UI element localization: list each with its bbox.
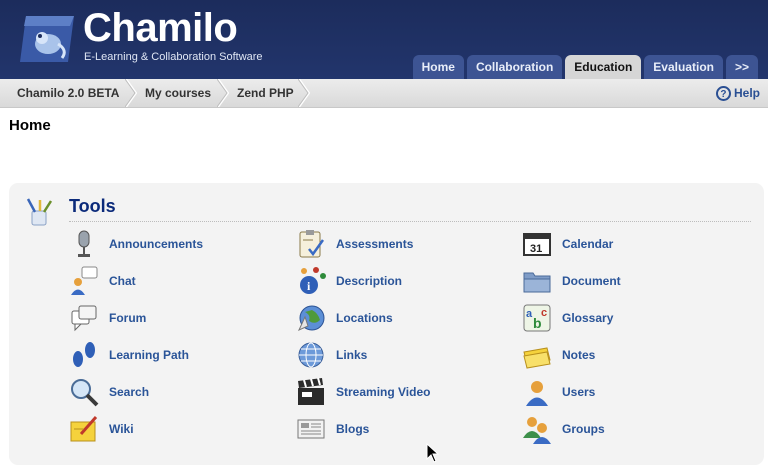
tool-label: Description [336, 274, 403, 288]
logo-title: Chamilo [83, 6, 238, 50]
calendar-icon: 31 [523, 233, 551, 256]
tool-label: Assessments [336, 237, 414, 251]
tab-evaluation[interactable]: Evaluation [644, 55, 723, 79]
page-title: Home [9, 117, 51, 134]
tool-notes[interactable]: Notes [522, 337, 595, 373]
tool-wiki[interactable]: Wiki [69, 411, 134, 447]
tool-label: Announcements [109, 237, 204, 251]
tools-panel: Tools Announcements Chat Forum Learning … [9, 183, 764, 465]
help-link[interactable]: ? Help [715, 79, 760, 107]
tool-locations[interactable]: Locations [296, 300, 393, 336]
magnifier-icon [71, 379, 99, 407]
tool-label: Document [562, 274, 621, 288]
tools-pencil-cup-icon [26, 198, 53, 226]
tab-education[interactable]: Education [565, 55, 642, 79]
tool-links[interactable]: Links [296, 337, 367, 373]
globe-location-icon [297, 305, 325, 331]
tool-label: Calendar [562, 237, 614, 251]
tool-label: Chat [109, 274, 136, 288]
tool-label: Forum [109, 311, 147, 325]
notes-icon [523, 347, 551, 369]
glossary-icon: abc [523, 304, 551, 332]
tool-label: Wiki [109, 422, 134, 436]
footprints-icon [73, 342, 95, 367]
folder-icon [523, 272, 551, 293]
tool-label: Blogs [336, 422, 370, 436]
calendar-day: 31 [530, 243, 542, 255]
microphone-icon [78, 230, 90, 257]
help-icon: ? [715, 85, 731, 101]
tool-users[interactable]: Users [522, 374, 595, 410]
breadcrumb-separator-icon [298, 79, 310, 107]
tool-document[interactable]: Document [522, 263, 621, 299]
tools-divider [69, 221, 751, 222]
tool-calendar[interactable]: 31 Calendar [522, 226, 613, 262]
breadcrumb-item-course[interactable]: Zend PHP [237, 79, 294, 107]
clipboard-icon [299, 230, 325, 258]
tool-label: Streaming Video [336, 385, 431, 399]
breadcrumb-item-platform[interactable]: Chamilo 2.0 BETA [17, 79, 119, 107]
tool-learning-path[interactable]: Learning Path [69, 337, 189, 373]
breadcrumb-item-my-courses[interactable]: My courses [145, 79, 211, 107]
app-header: Chamilo E-Learning & Collaboration Softw… [0, 0, 768, 79]
help-label: Help [733, 86, 760, 100]
tab-more[interactable]: >> [725, 55, 758, 79]
tool-streaming-video[interactable]: Streaming Video [296, 374, 430, 410]
chat-icon [71, 266, 98, 295]
tool-label: Glossary [562, 311, 614, 325]
tool-label: Learning Path [109, 348, 190, 362]
tool-search[interactable]: Search [69, 374, 149, 410]
svg-text:c: c [541, 307, 547, 319]
tool-description[interactable]: i Description [296, 263, 402, 299]
tool-forum[interactable]: Forum [69, 300, 146, 336]
tool-label: Notes [562, 348, 596, 362]
wiki-icon [70, 416, 98, 442]
info-icon: i [300, 267, 326, 294]
tool-label: Locations [336, 311, 393, 325]
tool-blogs[interactable]: Blogs [296, 411, 369, 447]
clapperboard-icon [298, 377, 324, 405]
globe-icon [298, 342, 324, 368]
tool-label: Links [336, 348, 368, 362]
forum-icon [71, 305, 97, 332]
tools-title: Tools [69, 196, 116, 216]
main-tabs: Home Collaboration Education Evaluation … [412, 55, 758, 79]
group-icon [523, 417, 551, 444]
breadcrumb-separator-icon [217, 79, 229, 107]
tool-announcements[interactable]: Announcements [69, 226, 203, 262]
svg-text:a: a [526, 308, 533, 320]
tool-label: Users [562, 385, 596, 399]
tool-label: Search [109, 385, 150, 399]
chamilo-logo-icon[interactable] [18, 14, 76, 64]
user-icon [526, 381, 548, 406]
breadcrumb-separator-icon [125, 79, 137, 107]
mouse-cursor-icon [426, 443, 440, 463]
tool-chat[interactable]: Chat [69, 263, 136, 299]
tab-collaboration[interactable]: Collaboration [466, 55, 563, 79]
tool-assessments[interactable]: Assessments [296, 226, 413, 262]
logo-subtitle: E-Learning & Collaboration Software [84, 51, 263, 63]
tool-label: Groups [562, 422, 605, 436]
tool-glossary[interactable]: abc Glossary [522, 300, 613, 336]
newspaper-icon [297, 419, 325, 439]
tab-home[interactable]: Home [412, 55, 464, 79]
breadcrumb: Chamilo 2.0 BETA My courses Zend PHP ? H… [0, 79, 768, 108]
tool-groups[interactable]: Groups [522, 411, 605, 447]
